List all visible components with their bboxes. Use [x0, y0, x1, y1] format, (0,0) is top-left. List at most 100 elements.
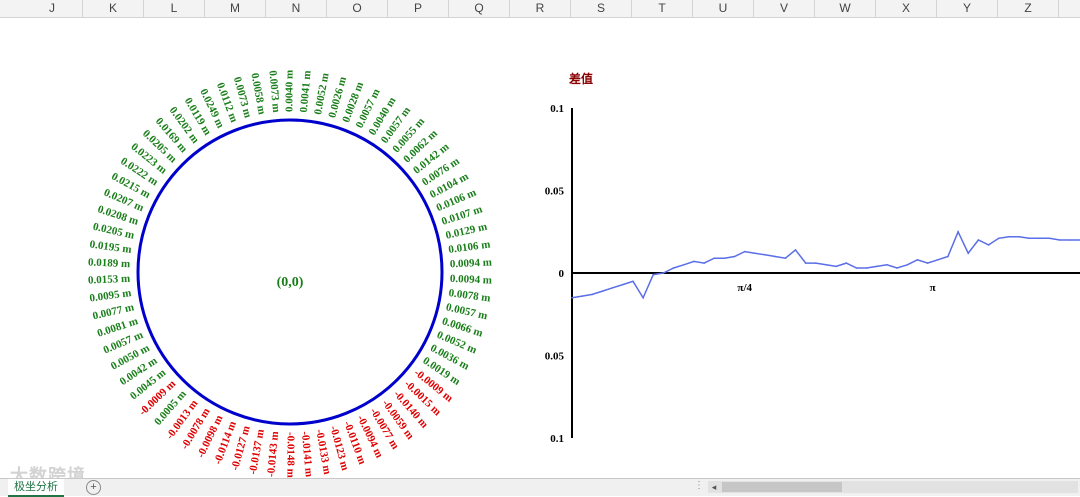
series-point [947, 255, 949, 258]
column-header-z[interactable]: Z [998, 0, 1059, 17]
series-point [1028, 237, 1030, 240]
polar-value-label: 0.0153 m [88, 273, 131, 287]
series-point [1069, 239, 1071, 241]
series-point [804, 262, 807, 264]
column-header-y[interactable]: Y [937, 0, 998, 17]
column-header-t[interactable]: T [632, 0, 693, 17]
polar-value-label: 0.0189 m [88, 256, 131, 270]
series-point [611, 287, 614, 289]
x-tick-label: π/4 [737, 282, 752, 294]
series-point [754, 252, 756, 254]
series-point [571, 296, 573, 299]
series-point [591, 293, 594, 296]
measurement-circle [136, 118, 444, 426]
series-point [794, 249, 797, 251]
column-header-l[interactable]: L [144, 0, 205, 17]
column-header-k[interactable]: K [83, 0, 144, 17]
polar-value-label: -0.0143 m [265, 431, 281, 478]
y-tick-label: 0.05 [545, 351, 565, 363]
series-point [1038, 237, 1041, 240]
column-header-r[interactable]: R [510, 0, 571, 17]
polar-value-label: -0.0141 m [299, 431, 315, 478]
y-tick-label: 0.1 [550, 433, 564, 445]
series-point [815, 262, 817, 264]
column-header-bar: JKLMNOPQRSTUVWXYZ [0, 0, 1080, 18]
series-point [632, 280, 634, 283]
column-header-v[interactable]: V [754, 0, 815, 17]
y-tick-label: 0.1 [550, 103, 564, 115]
polar-value-label: 0.0073 m [266, 70, 282, 113]
tab-splitter-handle[interactable]: ⋮ [694, 480, 704, 491]
y-tick-label: 0 [559, 268, 565, 280]
sheet-tab[interactable]: 极坐分析 [8, 479, 64, 497]
series-point [693, 260, 695, 263]
center-label: (0,0) [277, 275, 304, 290]
scrollbar-thumb[interactable] [722, 482, 842, 492]
column-header-m[interactable]: M [205, 0, 266, 17]
column-header-u[interactable]: U [693, 0, 754, 17]
column-header-o[interactable]: O [327, 0, 388, 17]
series-point [1008, 235, 1010, 238]
series-point [784, 257, 787, 259]
series-point [723, 257, 726, 259]
column-header-w[interactable]: W [815, 0, 876, 17]
series-point [825, 263, 827, 266]
series-point [855, 267, 858, 269]
column-header-n[interactable]: N [266, 0, 327, 17]
series-point [1048, 237, 1051, 240]
series-point [662, 272, 665, 274]
series-point [682, 263, 685, 266]
series-point [703, 262, 705, 264]
polar-value-label: 0.0106 m [448, 238, 491, 256]
series-point [1018, 235, 1020, 238]
series-point [1058, 239, 1061, 241]
series-point [936, 259, 939, 261]
x-tick-label: π [930, 282, 936, 294]
polar-value-label: -0.0148 m [284, 432, 296, 478]
column-header-q[interactable]: Q [449, 0, 510, 17]
series-point [835, 265, 837, 268]
series-point [926, 262, 929, 264]
polar-value-label: 0.0094 m [450, 256, 493, 270]
worksheet-area[interactable]: (0,0) 0.0040 m 0.0041 m 0.0052 m 0.0026 m 0.0… [0, 18, 1080, 478]
series-point [764, 254, 766, 256]
series-point [743, 250, 746, 253]
polar-chart: (0,0)0.0040 m 0.0041 m0.0052 m0.0026 m0.0… [88, 70, 493, 478]
series-point [865, 267, 868, 269]
line-chart-title: 差值 [569, 72, 594, 86]
series-point [713, 257, 716, 259]
column-header-x[interactable]: X [876, 0, 937, 17]
series-point [652, 273, 655, 276]
series-point [977, 239, 980, 241]
column-header-j[interactable]: J [22, 0, 83, 17]
series-point [672, 267, 675, 269]
horizontal-scrollbar[interactable]: ◂ [708, 481, 1078, 493]
add-sheet-icon[interactable]: + [86, 480, 101, 495]
difference-line-chart: 0.1 0.05 0 0.05 0.1 π/4 π [545, 103, 1080, 445]
series-point [886, 263, 888, 266]
series-point [774, 255, 776, 258]
sheet-tab-bar: 极坐分析 + ⋮ ◂ [0, 478, 1080, 497]
series-point [906, 263, 909, 266]
series-point [997, 237, 1000, 240]
series-point [987, 244, 990, 246]
scroll-left-icon[interactable]: ◂ [708, 481, 720, 493]
column-header-p[interactable]: P [388, 0, 449, 17]
series-point [581, 295, 583, 297]
polar-value-label: 0.0041 m [298, 70, 314, 113]
polar-value-label: 0.0195 m [89, 238, 132, 256]
column-header-s[interactable]: S [571, 0, 632, 17]
series-point [733, 255, 736, 258]
series-point [622, 283, 624, 286]
series-point [896, 267, 898, 269]
series-point [876, 265, 878, 268]
series-point [642, 296, 644, 299]
series-point [916, 259, 919, 261]
series-point [957, 230, 959, 233]
polar-value-label: 0.0094 m [450, 273, 493, 287]
polar-value-label: 0.0040 m [284, 70, 296, 112]
series-point [967, 252, 970, 254]
y-tick-label: 0.05 [545, 186, 565, 198]
series-point [601, 290, 604, 292]
series-point [845, 262, 848, 264]
